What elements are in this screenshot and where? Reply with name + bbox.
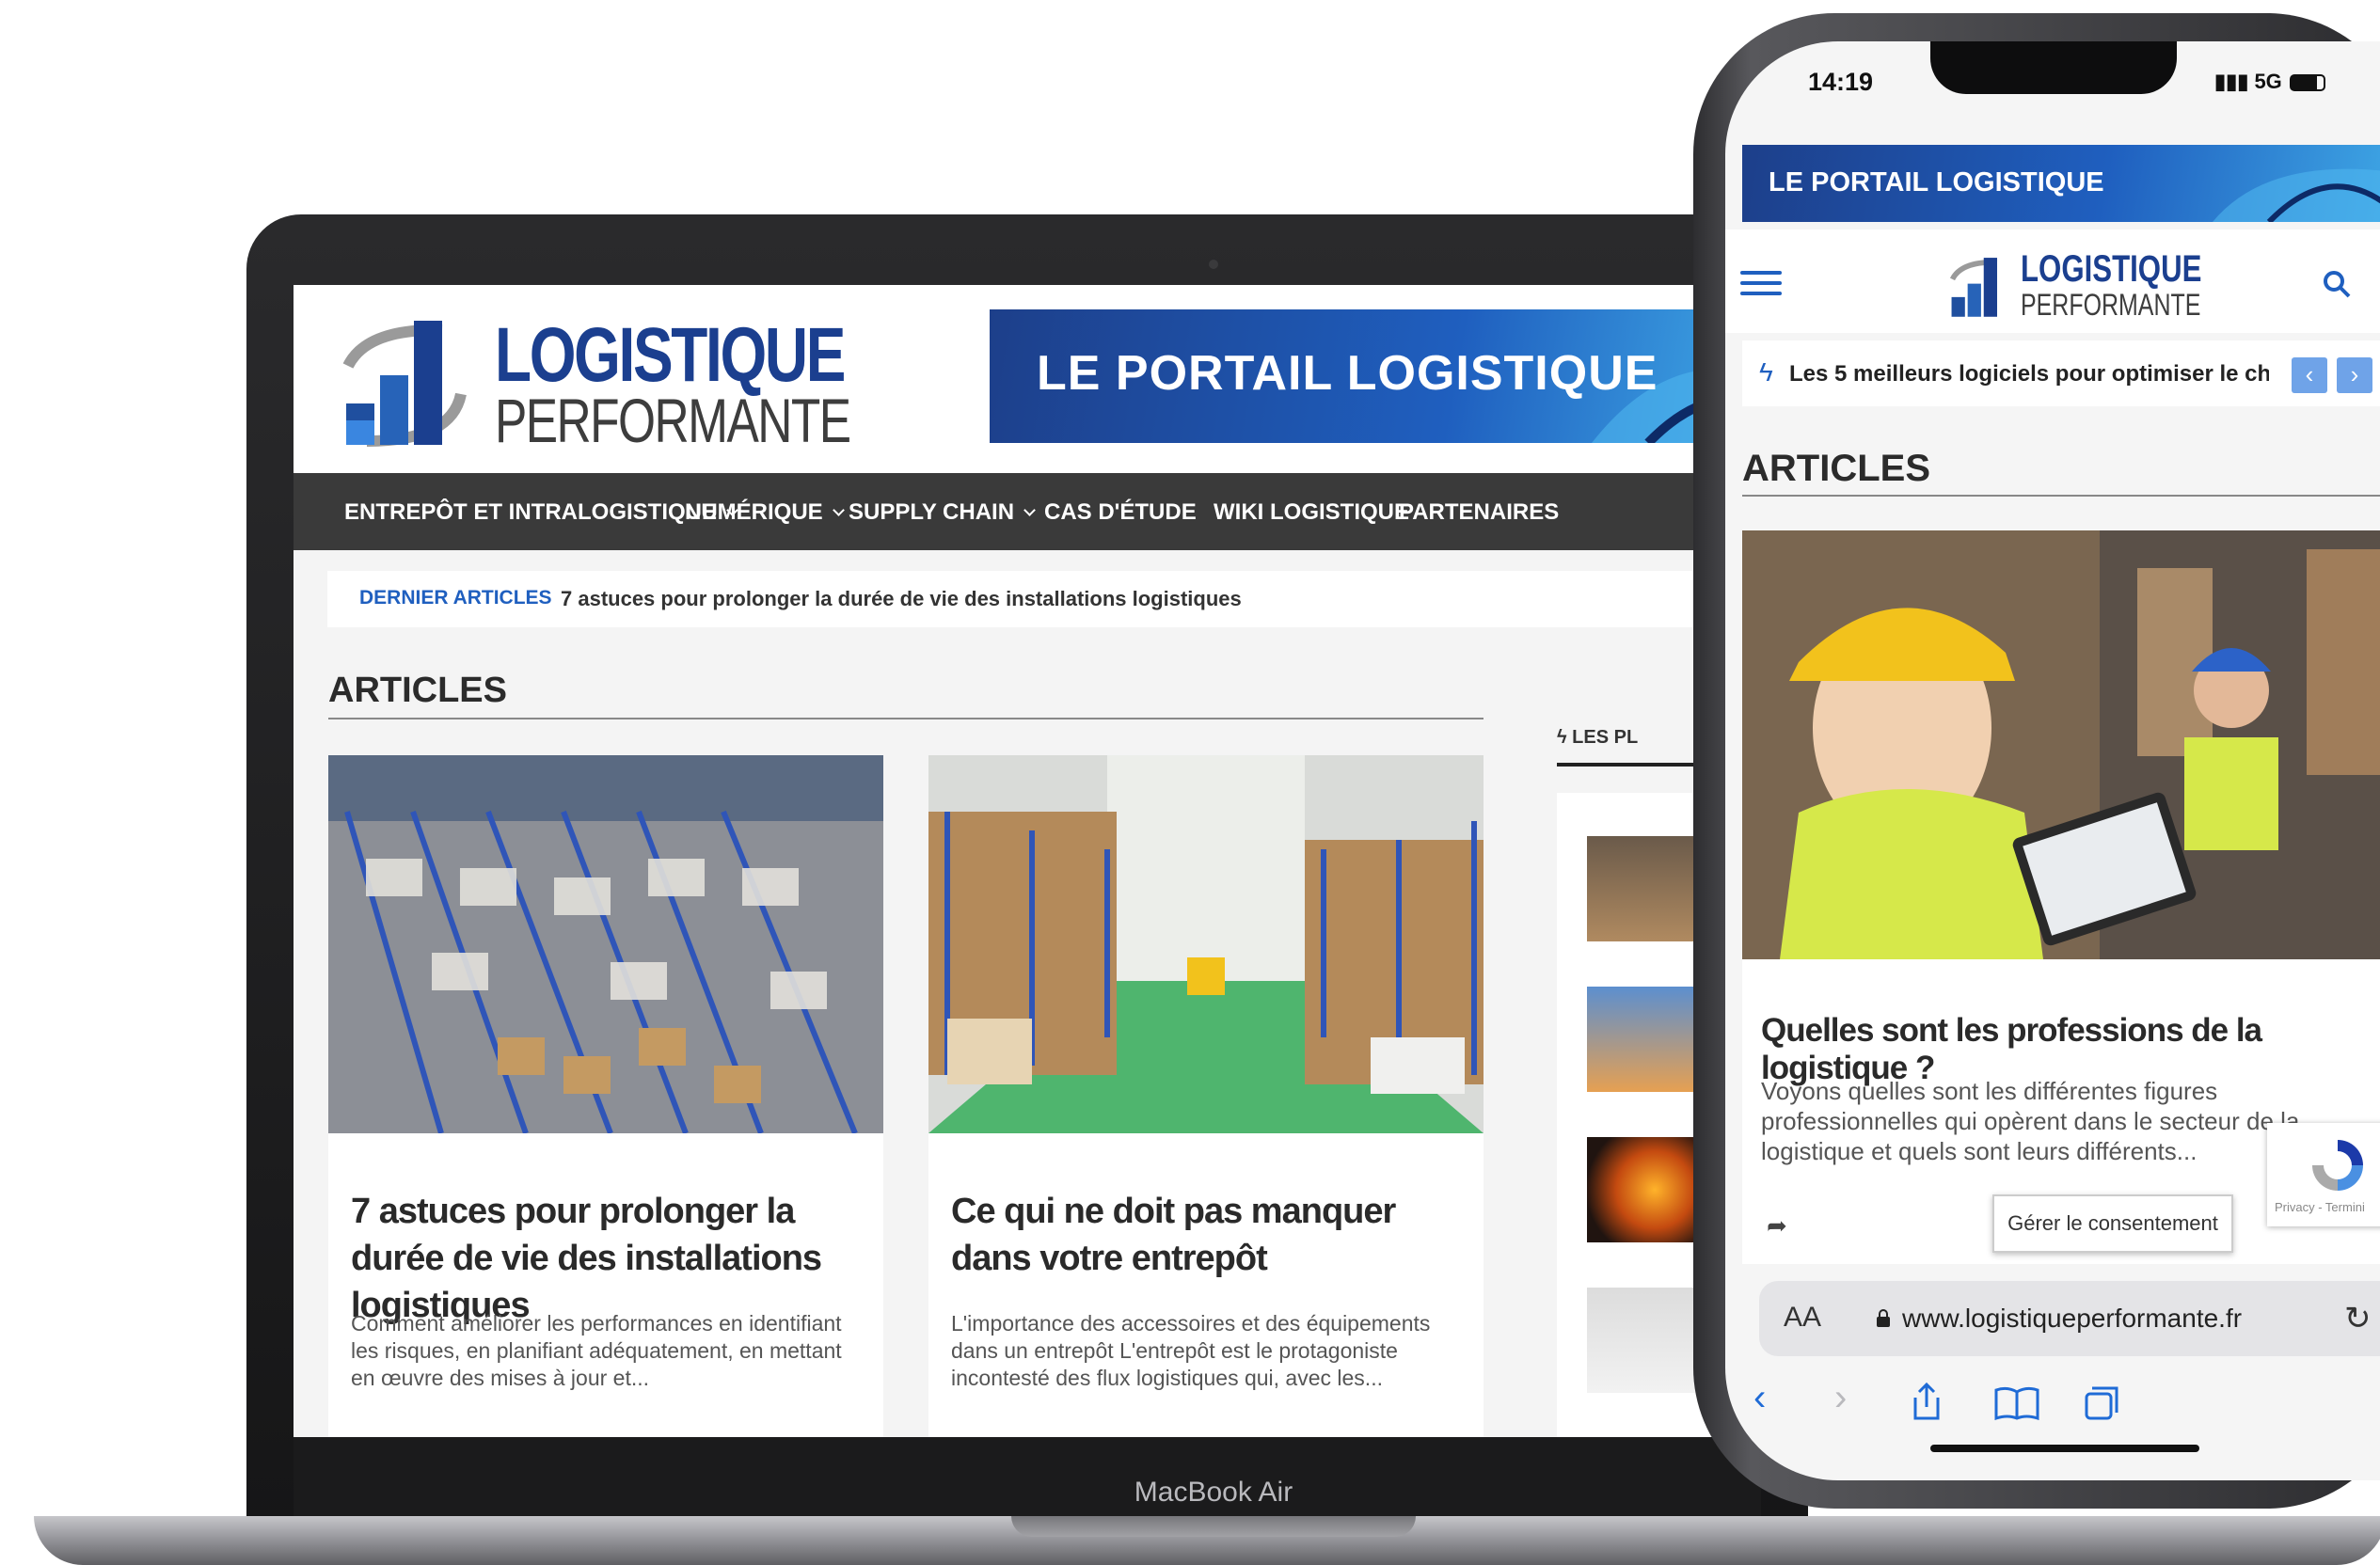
- banner-text: LE PORTAIL LOGISTIQUE: [1037, 346, 1658, 401]
- browser-toolbar: ‹ ›: [1725, 1367, 2380, 1443]
- article-image-warehouse-aisles[interactable]: [328, 755, 883, 1133]
- hamburger-menu-icon[interactable]: [1740, 271, 1782, 295]
- logo-line-2: PERFORMANTE: [495, 386, 851, 455]
- forward-arrow-icon[interactable]: ›: [1834, 1377, 1847, 1419]
- warehouse-illustration: [328, 755, 883, 1133]
- chevron-right-icon: ›: [2350, 360, 2359, 388]
- manage-consent-button[interactable]: Gérer le consentement: [1992, 1194, 2233, 1253]
- header-banner[interactable]: LE PORTAIL LOGISTIQUE: [990, 309, 1761, 443]
- article-card[interactable]: 7 astuces pour prolonger la durée de vie…: [328, 755, 883, 1437]
- site-logo[interactable]: LOGISTIQUE PERFORMANTE: [329, 304, 851, 455]
- article-title[interactable]: 7 astuces pour prolonger la durée de vie…: [351, 1188, 864, 1329]
- nav-item-label: PARTENAIRES: [1399, 499, 1560, 525]
- home-indicator: [1930, 1445, 2199, 1452]
- laptop-brand-label: MacBook Air: [1134, 1477, 1293, 1508]
- browser-address-bar[interactable]: AA www.logistiqueperformante.fr ↻: [1759, 1281, 2380, 1356]
- text-size-button[interactable]: AA: [1784, 1302, 1821, 1334]
- banner-text: LE PORTAIL LOGISTIQUE: [1769, 167, 2104, 198]
- phone-screen: 14:19 ▮▮▮ 5G LE PORTAIL LOGISTIQUE LOGIS…: [1725, 41, 2380, 1480]
- article-excerpt: Voyons quelles sont les différentes figu…: [1761, 1077, 2300, 1165]
- latest-articles-ticker: DERNIER ARTICLES 7 astuces pour prolonge…: [327, 571, 1761, 627]
- share-upload-icon[interactable]: [1908, 1381, 1945, 1422]
- mobile-ticker: ϟ Les 5 meilleurs logiciels pour optimis…: [1742, 340, 2380, 406]
- mobile-site-logo[interactable]: LOGISTIQUE PERFORMANTE: [1944, 246, 2201, 324]
- main-navigation: ENTREPÔT ET INTRALOGISTIQUE NUMÉRIQUE SU…: [294, 473, 1761, 550]
- nav-item-partenaires[interactable]: PARTENAIRES: [1399, 499, 1559, 526]
- sidebar-thumbnail[interactable]: [1587, 836, 1700, 941]
- back-arrow-icon[interactable]: ‹: [1753, 1377, 1766, 1419]
- network-label: 5G: [2254, 70, 2282, 93]
- ticker-label: DERNIER ARTICLES: [359, 587, 552, 609]
- mobile-header-banner[interactable]: LE PORTAIL LOGISTIQUE: [1742, 145, 2380, 222]
- bookmarks-icon[interactable]: [1994, 1386, 2039, 1420]
- sidebar-tab-label: LES PL: [1572, 727, 1639, 748]
- reload-icon[interactable]: ↻: [2344, 1300, 2372, 1337]
- ticker-link[interactable]: Les 5 meilleurs logiciels pour optimiser…: [1789, 361, 2269, 387]
- article-excerpt: L'importance des accessoires et des équi…: [951, 1311, 1431, 1390]
- nav-item-label: NUMÉRIQUE: [685, 499, 823, 525]
- status-indicators: ▮▮▮ 5G: [2214, 70, 2325, 94]
- tabs-icon[interactable]: [2083, 1384, 2120, 1422]
- lightning-icon: ϟ: [1759, 357, 1773, 387]
- chevron-down-icon: [1023, 504, 1036, 516]
- article-image-logistics-worker[interactable]: [1742, 530, 2380, 959]
- article-excerpt: Comment améliorer les performances en id…: [351, 1311, 842, 1390]
- phone-notch: [1930, 41, 2177, 94]
- laptop-camera: [1209, 260, 1218, 269]
- article-image-warehouse-robot[interactable]: [928, 755, 1484, 1133]
- ticker-next-button[interactable]: ›: [2337, 357, 2372, 393]
- lightning-icon: ϟ: [1557, 727, 1573, 748]
- sidebar-thumbnail[interactable]: [1587, 1137, 1700, 1242]
- warehouse-robot-illustration: [928, 755, 1484, 1133]
- recaptcha-badge[interactable]: Privacy - Termini: [2267, 1123, 2380, 1226]
- logistics-worker-illustration: [1742, 530, 2380, 959]
- share-icon[interactable]: ➦: [1767, 1211, 1787, 1241]
- nav-item-entrepot[interactable]: ENTREPÔT ET INTRALOGISTIQUE: [344, 499, 738, 526]
- laptop-hinge-notch: [1011, 1516, 1416, 1537]
- sidebar-thumbnail[interactable]: [1587, 987, 1700, 1092]
- recaptcha-links[interactable]: Privacy - Termini: [2275, 1200, 2365, 1214]
- logo-mark-icon: [342, 321, 467, 447]
- nav-item-numerique[interactable]: NUMÉRIQUE: [685, 499, 845, 526]
- section-divider: [328, 718, 1484, 719]
- mobile-site-header: LOGISTIQUE PERFORMANTE: [1725, 229, 2380, 333]
- nav-item-wiki[interactable]: WIKI LOGISTIQUE: [1214, 499, 1409, 526]
- ticker-link[interactable]: 7 astuces pour prolonger la durée de vie…: [561, 587, 1242, 611]
- sidebar-tab[interactable]: ϟ LES PL: [1557, 727, 1638, 749]
- section-divider: [1742, 495, 2380, 497]
- article-card[interactable]: Ce qui ne doit pas manquer dans votre en…: [928, 755, 1484, 1437]
- search-icon[interactable]: [2322, 269, 2352, 299]
- nav-item-label: CAS D'ÉTUDE: [1044, 499, 1197, 525]
- nav-item-label: ENTREPÔT ET INTRALOGISTIQUE: [344, 499, 718, 525]
- battery-icon: [2289, 74, 2325, 91]
- section-title: ARTICLES: [328, 671, 507, 710]
- chevron-left-icon: ‹: [2305, 360, 2314, 388]
- status-time: 14:19: [1808, 68, 1874, 96]
- recaptcha-icon: [2312, 1140, 2363, 1191]
- sidebar-thumbnail[interactable]: [1587, 1288, 1700, 1393]
- logo-line-2: PERFORMANTE: [2021, 288, 2201, 322]
- site-header: LOGISTIQUE PERFORMANTE LE PORTAIL LOGIST…: [294, 285, 1761, 473]
- nav-item-label: WIKI LOGISTIQUE: [1214, 499, 1409, 525]
- lock-icon: [1877, 1309, 1890, 1327]
- nav-item-label: SUPPLY CHAIN: [849, 499, 1015, 525]
- logo-mark-icon: [1949, 258, 1998, 317]
- logo-line-1: LOGISTIQUE: [2021, 248, 2202, 290]
- signal-icon: ▮▮▮: [2214, 70, 2255, 93]
- chevron-down-icon: [832, 504, 845, 516]
- ticker-prev-button[interactable]: ‹: [2292, 357, 2327, 393]
- url-text[interactable]: www.logistiqueperformante.fr: [1902, 1304, 2242, 1334]
- nav-item-cas-etude[interactable]: CAS D'ÉTUDE: [1044, 499, 1197, 526]
- article-title[interactable]: Ce qui ne doit pas manquer dans votre en…: [951, 1188, 1464, 1282]
- section-title: ARTICLES: [1742, 448, 1930, 489]
- laptop-screen: LOGISTIQUE PERFORMANTE LE PORTAIL LOGIST…: [294, 285, 1761, 1437]
- nav-item-supply-chain[interactable]: SUPPLY CHAIN: [849, 499, 1036, 526]
